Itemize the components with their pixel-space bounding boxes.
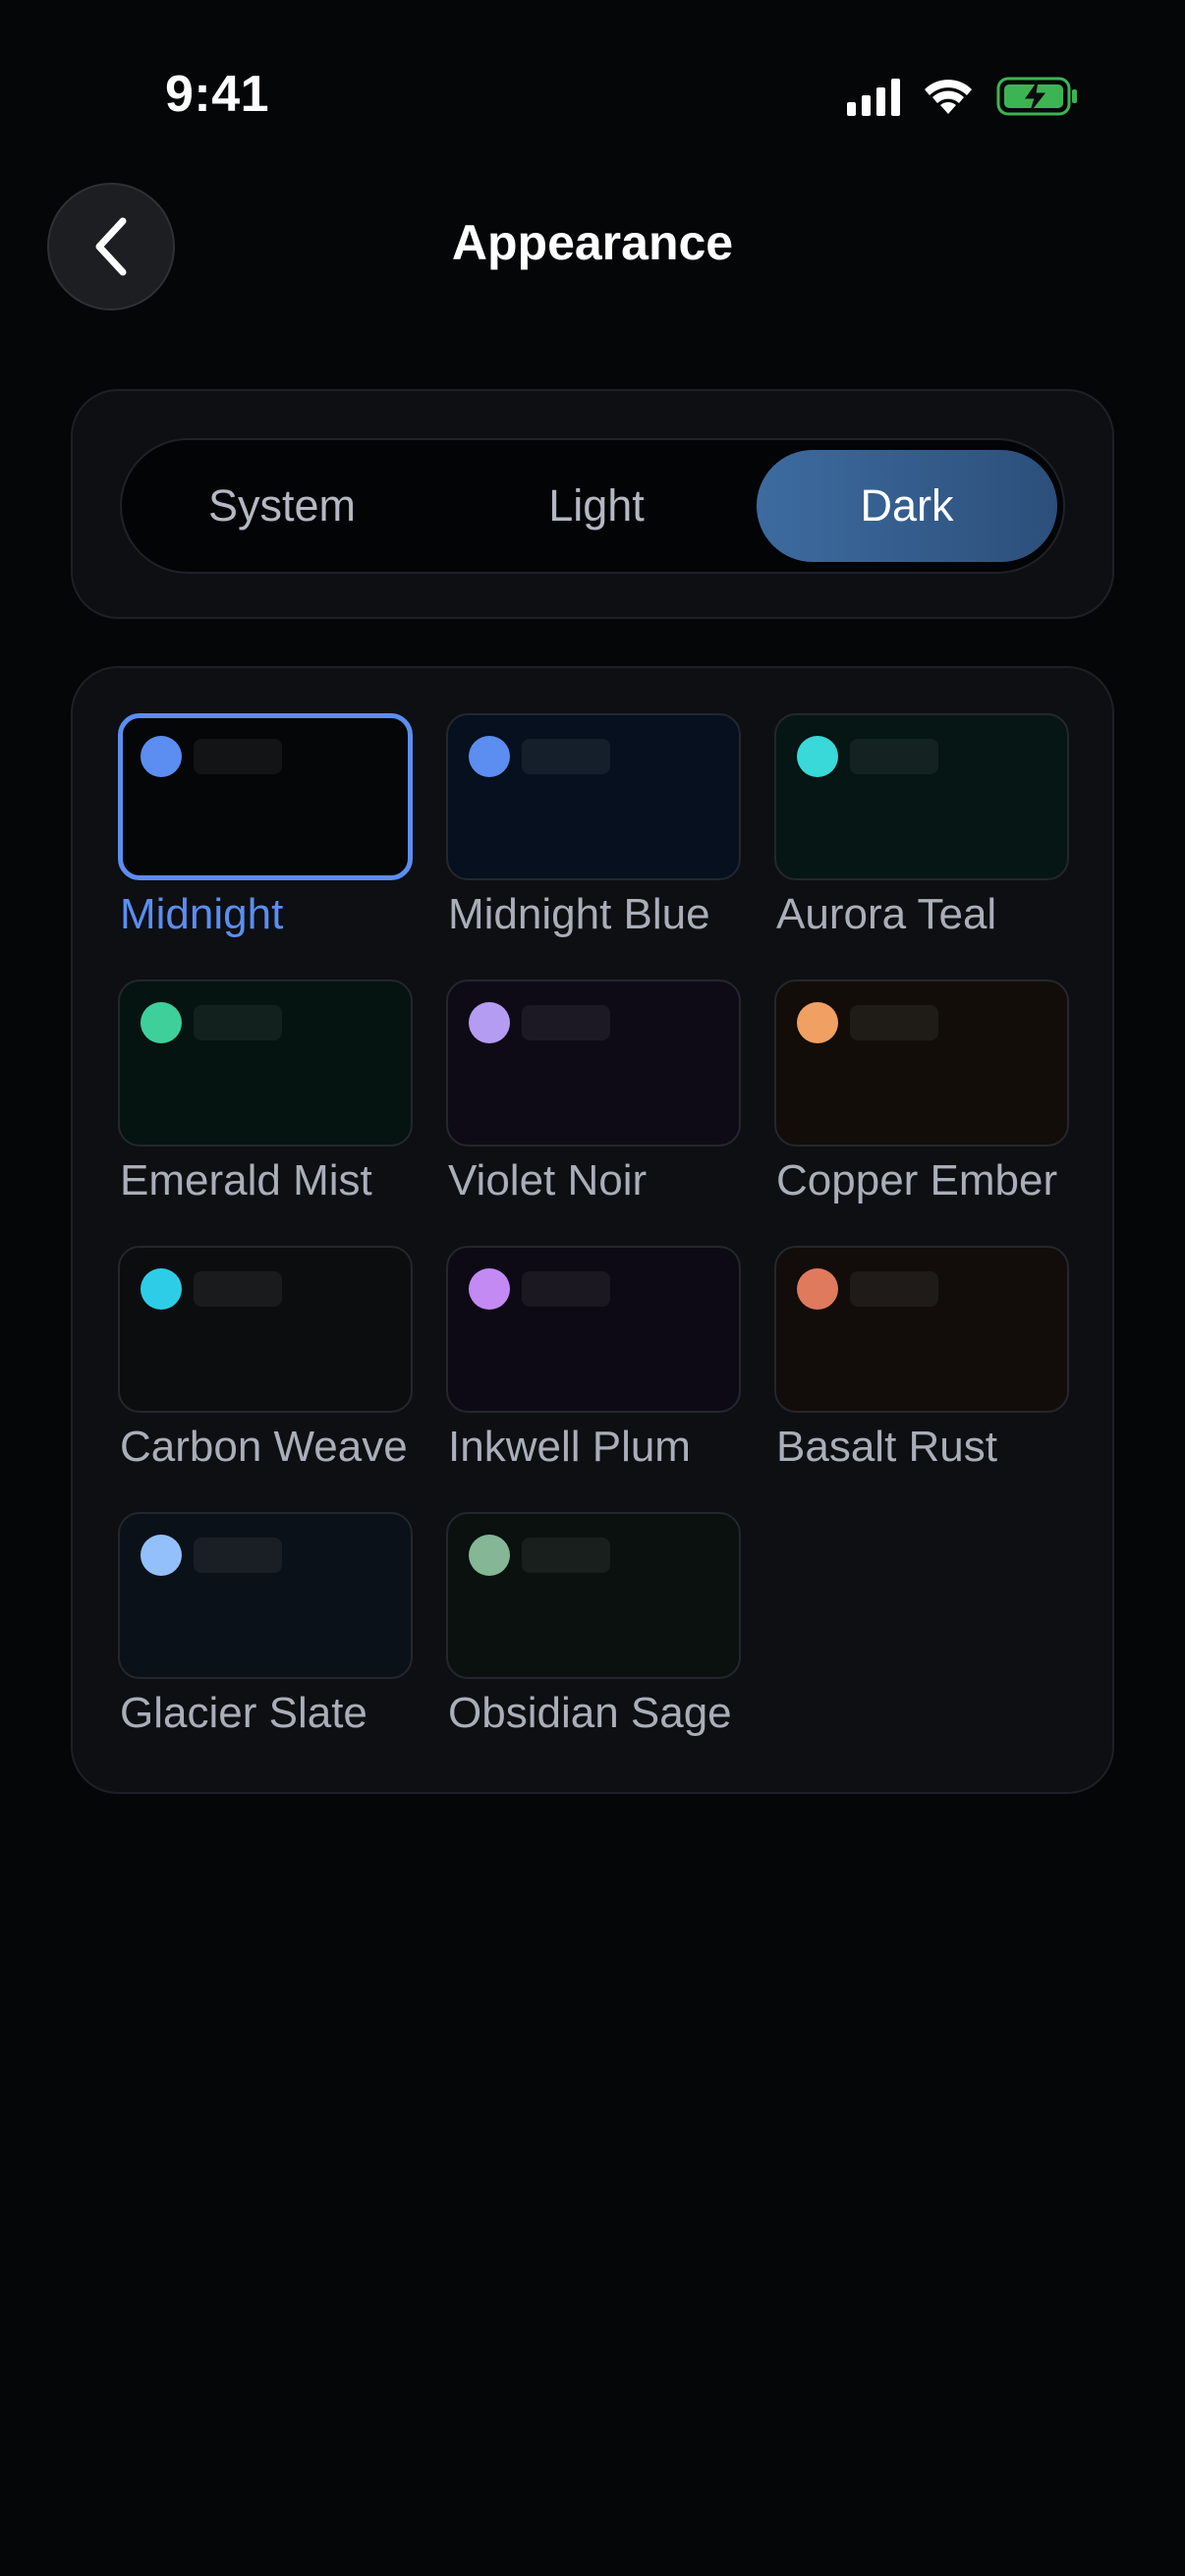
accent-dot: [469, 1268, 510, 1310]
accent-dot: [141, 1535, 182, 1576]
appearance-mode-card: System Light Dark: [71, 389, 1114, 619]
mode-option-light[interactable]: Light: [446, 450, 747, 562]
theme-label: Violet Noir: [448, 1156, 648, 1204]
theme-option-inkwell-plum[interactable]: Inkwell Plum: [446, 1246, 741, 1491]
theme-label: Midnight: [120, 890, 284, 938]
mode-option-system[interactable]: System: [132, 450, 432, 562]
theme-option-aurora-teal[interactable]: Aurora Teal: [774, 713, 1069, 959]
theme-swatch: [118, 1246, 413, 1413]
theme-option-emerald-mist[interactable]: Emerald Mist: [118, 980, 413, 1225]
theme-label: Inkwell Plum: [448, 1423, 691, 1471]
theme-swatch: [118, 713, 413, 880]
accent-dot: [469, 1002, 510, 1043]
theme-swatch: [446, 713, 741, 880]
accent-dot: [797, 1002, 838, 1043]
status-time: 9:41: [165, 66, 270, 123]
swatch-preview-bar: [194, 739, 282, 774]
appearance-mode-segmented-control: System Light Dark: [120, 438, 1065, 574]
swatch-preview-bar: [194, 1005, 282, 1040]
theme-label: Copper Ember: [776, 1156, 1058, 1204]
swatch-preview-bar: [194, 1538, 282, 1573]
status-icons: [847, 73, 1079, 120]
theme-option-glacier-slate[interactable]: Glacier Slate: [118, 1512, 413, 1758]
wifi-icon: [925, 80, 972, 114]
theme-swatch: [446, 1512, 741, 1679]
accent-dot: [141, 1002, 182, 1043]
theme-swatch: [774, 1246, 1069, 1413]
accent-dot: [141, 736, 182, 777]
accent-dot: [469, 736, 510, 777]
swatch-preview-bar: [522, 1538, 610, 1573]
swatch-preview-bar: [850, 1271, 938, 1307]
page-title: Appearance: [451, 215, 734, 270]
swatch-preview-bar: [522, 739, 610, 774]
theme-option-violet-noir[interactable]: Violet Noir: [446, 980, 741, 1225]
mode-option-dark[interactable]: Dark: [757, 450, 1057, 562]
theme-label: Emerald Mist: [120, 1156, 372, 1204]
theme-label: Obsidian Sage: [448, 1689, 732, 1737]
swatch-preview-bar: [522, 1005, 610, 1040]
theme-option-basalt-rust[interactable]: Basalt Rust: [774, 1246, 1069, 1491]
theme-label: Aurora Teal: [776, 890, 997, 938]
accent-dot: [797, 1268, 838, 1310]
theme-swatch: [118, 980, 413, 1147]
theme-grid-card: Midnight Midnight Blue Aurora Teal Emera…: [71, 666, 1114, 1794]
theme-label: Carbon Weave: [120, 1423, 408, 1471]
theme-label: Midnight Blue: [448, 890, 710, 938]
theme-option-obsidian-sage[interactable]: Obsidian Sage: [446, 1512, 741, 1758]
accent-dot: [469, 1535, 510, 1576]
swatch-preview-bar: [850, 739, 938, 774]
accent-dot: [141, 1268, 182, 1310]
theme-swatch: [446, 980, 741, 1147]
theme-option-copper-ember[interactable]: Copper Ember: [774, 980, 1069, 1225]
theme-swatch: [118, 1512, 413, 1679]
battery-charging-icon: [996, 77, 1077, 116]
theme-label: Basalt Rust: [776, 1423, 997, 1471]
theme-option-midnight-blue[interactable]: Midnight Blue: [446, 713, 741, 959]
status-bar: 9:41: [0, 0, 1185, 147]
theme-swatch: [774, 980, 1069, 1147]
swatch-preview-bar: [850, 1005, 938, 1040]
cellular-signal-icon: [847, 77, 900, 116]
theme-option-midnight[interactable]: Midnight: [118, 713, 413, 959]
theme-swatch: [446, 1246, 741, 1413]
theme-label: Glacier Slate: [120, 1689, 367, 1737]
swatch-preview-bar: [194, 1271, 282, 1307]
accent-dot: [797, 736, 838, 777]
theme-option-carbon-weave[interactable]: Carbon Weave: [118, 1246, 413, 1491]
swatch-preview-bar: [522, 1271, 610, 1307]
theme-swatch: [774, 713, 1069, 880]
